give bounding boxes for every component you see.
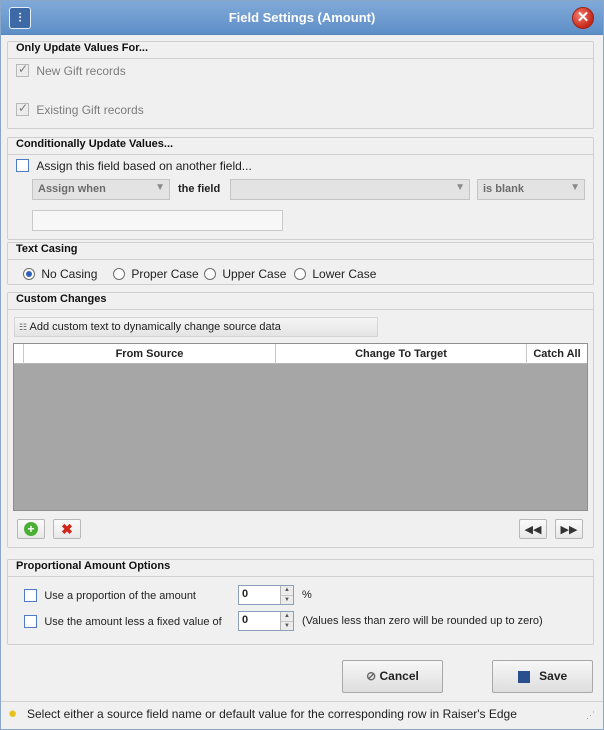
radio-button[interactable] bbox=[204, 267, 216, 280]
cancel-label: Cancel bbox=[379, 669, 419, 683]
chevron-down-icon: ▼ bbox=[570, 182, 580, 193]
divider bbox=[8, 58, 593, 59]
fast-forward-icon: ▶▶ bbox=[560, 524, 578, 536]
row-header-column bbox=[14, 344, 24, 364]
resize-grip-icon[interactable]: ⋰ bbox=[586, 710, 595, 721]
the-field-label: the field bbox=[178, 183, 221, 195]
only-update-group: Only Update Values For... ✓ New Gift rec… bbox=[7, 41, 594, 129]
radio-label: No Casing bbox=[41, 266, 98, 281]
list-icon: ☷ bbox=[19, 322, 28, 332]
checkmark-icon: ✓ bbox=[18, 62, 29, 77]
window-title: Field Settings (Amount) bbox=[228, 10, 376, 25]
divider bbox=[8, 259, 593, 260]
divider bbox=[8, 154, 593, 155]
radio-label: Lower Case bbox=[312, 266, 377, 281]
text-casing-title: Text Casing bbox=[16, 243, 78, 255]
field-select[interactable]: ▼ bbox=[230, 179, 470, 200]
add-row-button[interactable]: + bbox=[17, 519, 45, 539]
radio-button[interactable] bbox=[113, 267, 125, 280]
radio-no-casing[interactable]: No Casing bbox=[23, 266, 97, 281]
proportion-value: 0 bbox=[242, 588, 249, 600]
spin-down-icon[interactable]: ▼ bbox=[280, 621, 293, 630]
new-gift-row[interactable]: ✓ New Gift records bbox=[16, 62, 126, 78]
radio-upper-case[interactable]: Upper Case bbox=[204, 266, 286, 281]
assign-checkbox[interactable] bbox=[16, 159, 29, 173]
custom-changes-table[interactable]: From Source Change To Target Catch All bbox=[13, 343, 588, 511]
plus-icon: + bbox=[24, 522, 38, 536]
assign-when-value: Assign when bbox=[38, 183, 106, 195]
add-custom-text-label: Add custom text to dynamically change so… bbox=[29, 321, 281, 333]
cancel-icon: ⊘ bbox=[366, 669, 377, 683]
checkmark-icon: ✓ bbox=[18, 101, 29, 116]
less-fixed-label: Use the amount less a fixed value of bbox=[44, 615, 222, 628]
save-label: Save bbox=[539, 669, 568, 683]
conditional-title: Conditionally Update Values... bbox=[16, 138, 174, 150]
save-icon bbox=[517, 670, 530, 683]
existing-gift-row[interactable]: ✓ Existing Gift records bbox=[16, 101, 144, 117]
less-fixed-checkbox[interactable] bbox=[24, 615, 37, 629]
radio-label: Upper Case bbox=[222, 266, 287, 281]
new-gift-checkbox[interactable]: ✓ bbox=[16, 62, 29, 78]
custom-changes-title: Custom Changes bbox=[16, 293, 107, 305]
condition-value-input[interactable] bbox=[32, 210, 283, 231]
table-header: From Source Change To Target Catch All bbox=[14, 344, 587, 364]
lightbulb-icon: ● bbox=[8, 705, 18, 722]
less-fixed-stepper[interactable]: 0 ▲ ▼ bbox=[238, 611, 294, 631]
new-gift-label: New Gift records bbox=[36, 63, 126, 78]
radio-proper-case[interactable]: Proper Case bbox=[113, 266, 199, 281]
delete-icon: ✖ bbox=[61, 521, 73, 537]
add-custom-text-button[interactable]: ☷ Add custom text to dynamically change … bbox=[14, 317, 378, 337]
close-icon[interactable]: ✕ bbox=[572, 7, 594, 29]
chevron-down-icon: ▼ bbox=[455, 182, 465, 193]
status-hint: Select either a source field name or def… bbox=[27, 707, 517, 721]
percent-label: % bbox=[302, 589, 312, 601]
cancel-button[interactable]: ⊘ Cancel bbox=[342, 660, 443, 693]
column-change-to-target[interactable]: Change To Target bbox=[276, 344, 527, 364]
proportion-row[interactable]: Use a proportion of the amount bbox=[24, 588, 196, 603]
spin-up-icon[interactable]: ▲ bbox=[280, 586, 293, 595]
delete-row-button[interactable]: ✖ bbox=[53, 519, 81, 539]
divider bbox=[8, 576, 593, 577]
spin-up-icon[interactable]: ▲ bbox=[280, 612, 293, 621]
assign-label: Assign this field based on another field… bbox=[36, 158, 252, 173]
column-catch-all[interactable]: Catch All bbox=[527, 344, 587, 364]
proportion-label: Use a proportion of the amount bbox=[44, 589, 196, 602]
existing-gift-label: Existing Gift records bbox=[36, 102, 144, 117]
condition-value: is blank bbox=[483, 183, 524, 195]
spin-down-icon[interactable]: ▼ bbox=[280, 595, 293, 604]
assign-when-select[interactable]: Assign when ▼ bbox=[32, 179, 170, 200]
proportion-checkbox[interactable] bbox=[24, 589, 37, 603]
title-bar: ⫶ Field Settings (Amount) ✕ bbox=[1, 1, 603, 35]
text-casing-group: Text Casing No Casing Proper Case Upper … bbox=[7, 242, 594, 285]
conditional-group: Conditionally Update Values... Assign th… bbox=[7, 137, 594, 240]
existing-gift-checkbox[interactable]: ✓ bbox=[16, 101, 29, 117]
rounding-note: (Values less than zero will be rounded u… bbox=[302, 615, 543, 627]
radio-label: Proper Case bbox=[131, 266, 199, 281]
proportion-stepper[interactable]: 0 ▲ ▼ bbox=[238, 585, 294, 605]
less-fixed-row[interactable]: Use the amount less a fixed value of bbox=[24, 614, 222, 629]
move-right-button[interactable]: ▶▶ bbox=[555, 519, 583, 539]
save-button[interactable]: Save bbox=[492, 660, 593, 693]
less-fixed-value: 0 bbox=[242, 614, 249, 626]
radio-lower-case[interactable]: Lower Case bbox=[294, 266, 376, 281]
assign-row[interactable]: Assign this field based on another field… bbox=[16, 158, 252, 173]
proportional-group: Proportional Amount Options Use a propor… bbox=[7, 559, 594, 645]
radio-button[interactable] bbox=[294, 267, 306, 280]
condition-select[interactable]: is blank ▼ bbox=[477, 179, 585, 200]
radio-button[interactable] bbox=[23, 267, 35, 280]
status-bar: ● Select either a source field name or d… bbox=[1, 701, 603, 729]
divider bbox=[8, 309, 593, 310]
move-left-button[interactable]: ◀◀ bbox=[519, 519, 547, 539]
rewind-icon: ◀◀ bbox=[524, 524, 542, 536]
proportional-title: Proportional Amount Options bbox=[16, 560, 171, 572]
field-settings-window: ⫶ Field Settings (Amount) ✕ Only Update … bbox=[0, 0, 604, 730]
column-from-source[interactable]: From Source bbox=[24, 344, 276, 364]
chevron-down-icon: ▼ bbox=[155, 182, 165, 193]
only-update-title: Only Update Values For... bbox=[16, 42, 149, 54]
